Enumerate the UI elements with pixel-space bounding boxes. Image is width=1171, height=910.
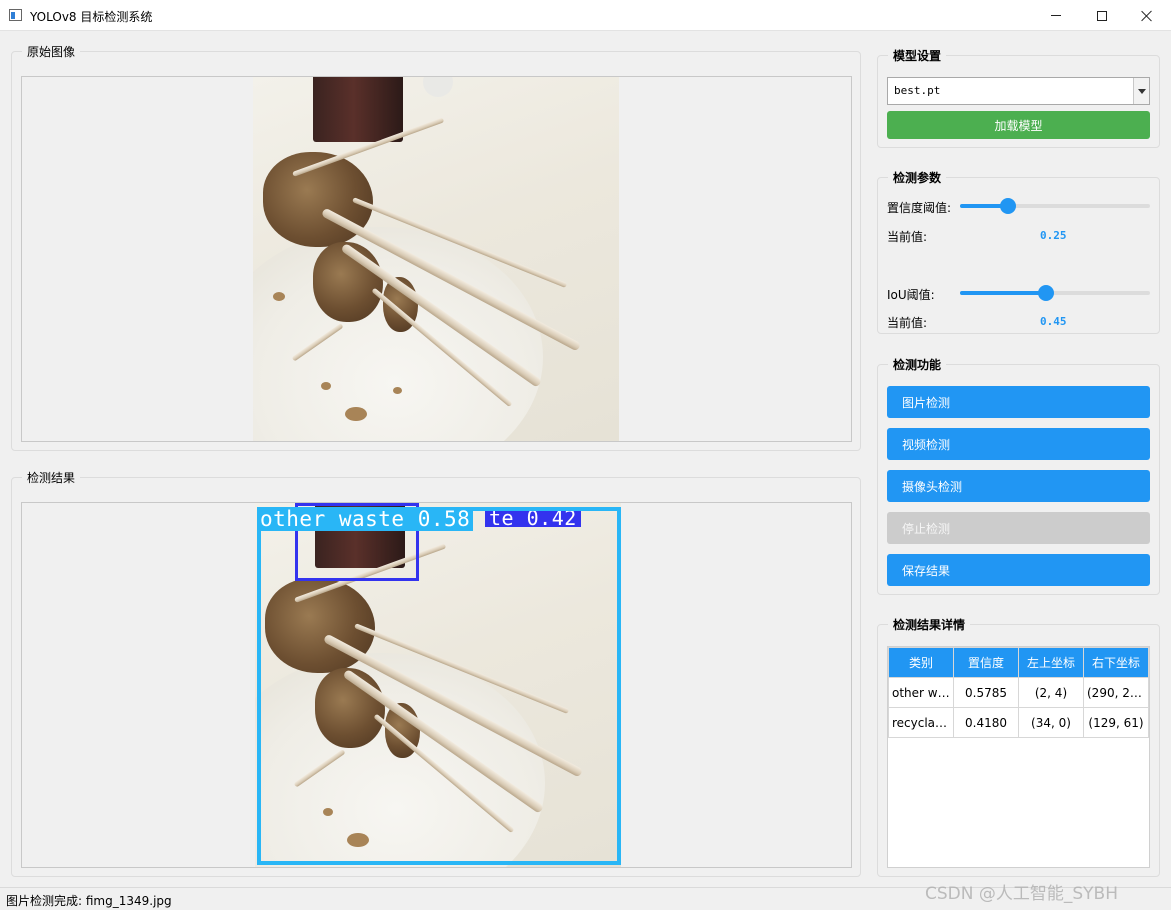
results-table[interactable]: 类别 置信度 左上坐标 右下坐标 other waste 0.5785 (2, … [887,646,1150,868]
table-header-row: 类别 置信度 左上坐标 右下坐标 [888,647,1149,678]
table-row[interactable]: other waste 0.5785 (2, 4) (290, 287) [888,677,1149,708]
results-detail-group: 检测结果详情 类别 置信度 左上坐标 右下坐标 other waste 0.57… [877,616,1160,877]
app-window: YOLOv8 目标检测系统 原始图像 检测结果 te 0.42 other wa… [0,0,1171,910]
detection-functions-group: 检测功能 图片检测 视频检测 摄像头检测 停止检测 保存结果 [877,356,1160,595]
watermark: CSDN @人工智能_SYBH [925,884,1118,904]
confidence-slider-handle[interactable] [1000,198,1016,214]
detection-functions-title: 检测功能 [888,356,947,373]
minimize-button[interactable] [1033,0,1079,31]
results-detail-title: 检测结果详情 [888,616,971,633]
iou-label: IoU阈值: [887,288,935,302]
original-image-group: 原始图像 [11,43,861,451]
original-image-frame [21,76,852,442]
confidence-current-label: 当前值: [887,230,928,244]
column-header-bottom-right[interactable]: 右下坐标 [1083,647,1149,678]
close-button[interactable] [1124,0,1170,31]
result-image-frame: te 0.42 other waste 0.58 [21,502,852,868]
status-text: 图片检测完成: fimg_1349.jpg [6,894,172,908]
model-settings-group: 模型设置 best.pt 加载模型 [877,47,1160,148]
confidence-label: 置信度阈值: [887,201,952,215]
chevron-down-icon[interactable] [1133,78,1149,104]
table-cell[interactable]: (34, 0) [1018,707,1084,738]
detection-params-group: 检测参数 置信度阈值: 当前值: 0.25 IoU阈值: 当前值: 0.45 [877,169,1160,334]
app-icon [9,9,22,21]
iou-slider-handle[interactable] [1038,285,1054,301]
column-header-class[interactable]: 类别 [888,647,954,678]
maximize-icon [1097,10,1107,21]
detection-box-other [257,507,621,865]
original-image [253,77,619,441]
model-select[interactable]: best.pt [887,77,1150,105]
confidence-current-value: 0.25 [1040,229,1067,242]
column-header-top-left[interactable]: 左上坐标 [1018,647,1084,678]
camera-detect-button[interactable]: 摄像头检测 [887,470,1150,502]
stop-detect-button: 停止检测 [887,512,1150,544]
result-image-group: 检测结果 te 0.42 other waste 0.58 [11,469,861,877]
image-detect-button[interactable]: 图片检测 [887,386,1150,418]
column-header-confidence[interactable]: 置信度 [953,647,1019,678]
video-detect-button[interactable]: 视频检测 [887,428,1150,460]
table-cell[interactable]: 0.5785 [953,677,1019,708]
model-select-value: best.pt [894,84,941,97]
table-cell[interactable]: (129, 61) [1083,707,1149,738]
iou-current-label: 当前值: [887,316,928,330]
confidence-slider[interactable] [960,198,1150,214]
window-title: YOLOv8 目标检测系统 [30,10,153,24]
iou-current-value: 0.45 [1040,315,1067,328]
detection-params-title: 检测参数 [888,169,947,186]
table-row[interactable]: recyclable waste 0.4180 (34, 0) (129, 61… [888,707,1149,738]
iou-slider[interactable] [960,285,1150,301]
detection-label-other: other waste 0.58 [257,507,474,531]
table-cell[interactable]: 0.4180 [953,707,1019,738]
table-cell[interactable]: (2, 4) [1018,677,1084,708]
original-image-title: 原始图像 [22,43,81,60]
table-cell[interactable]: other waste [888,677,954,708]
table-cell[interactable]: (290, 287) [1083,677,1149,708]
result-image: te 0.42 other waste 0.58 [255,503,621,867]
iou-slider-fill [960,291,1046,295]
result-image-title: 检测结果 [22,469,81,486]
save-results-button[interactable]: 保存结果 [887,554,1150,586]
load-model-button[interactable]: 加载模型 [887,111,1150,139]
close-icon [1141,10,1153,22]
model-settings-title: 模型设置 [888,47,947,64]
maximize-button[interactable] [1079,0,1125,31]
table-cell[interactable]: recyclable waste [888,707,954,738]
minimize-icon [1051,15,1061,16]
title-bar: YOLOv8 目标检测系统 [0,0,1171,31]
